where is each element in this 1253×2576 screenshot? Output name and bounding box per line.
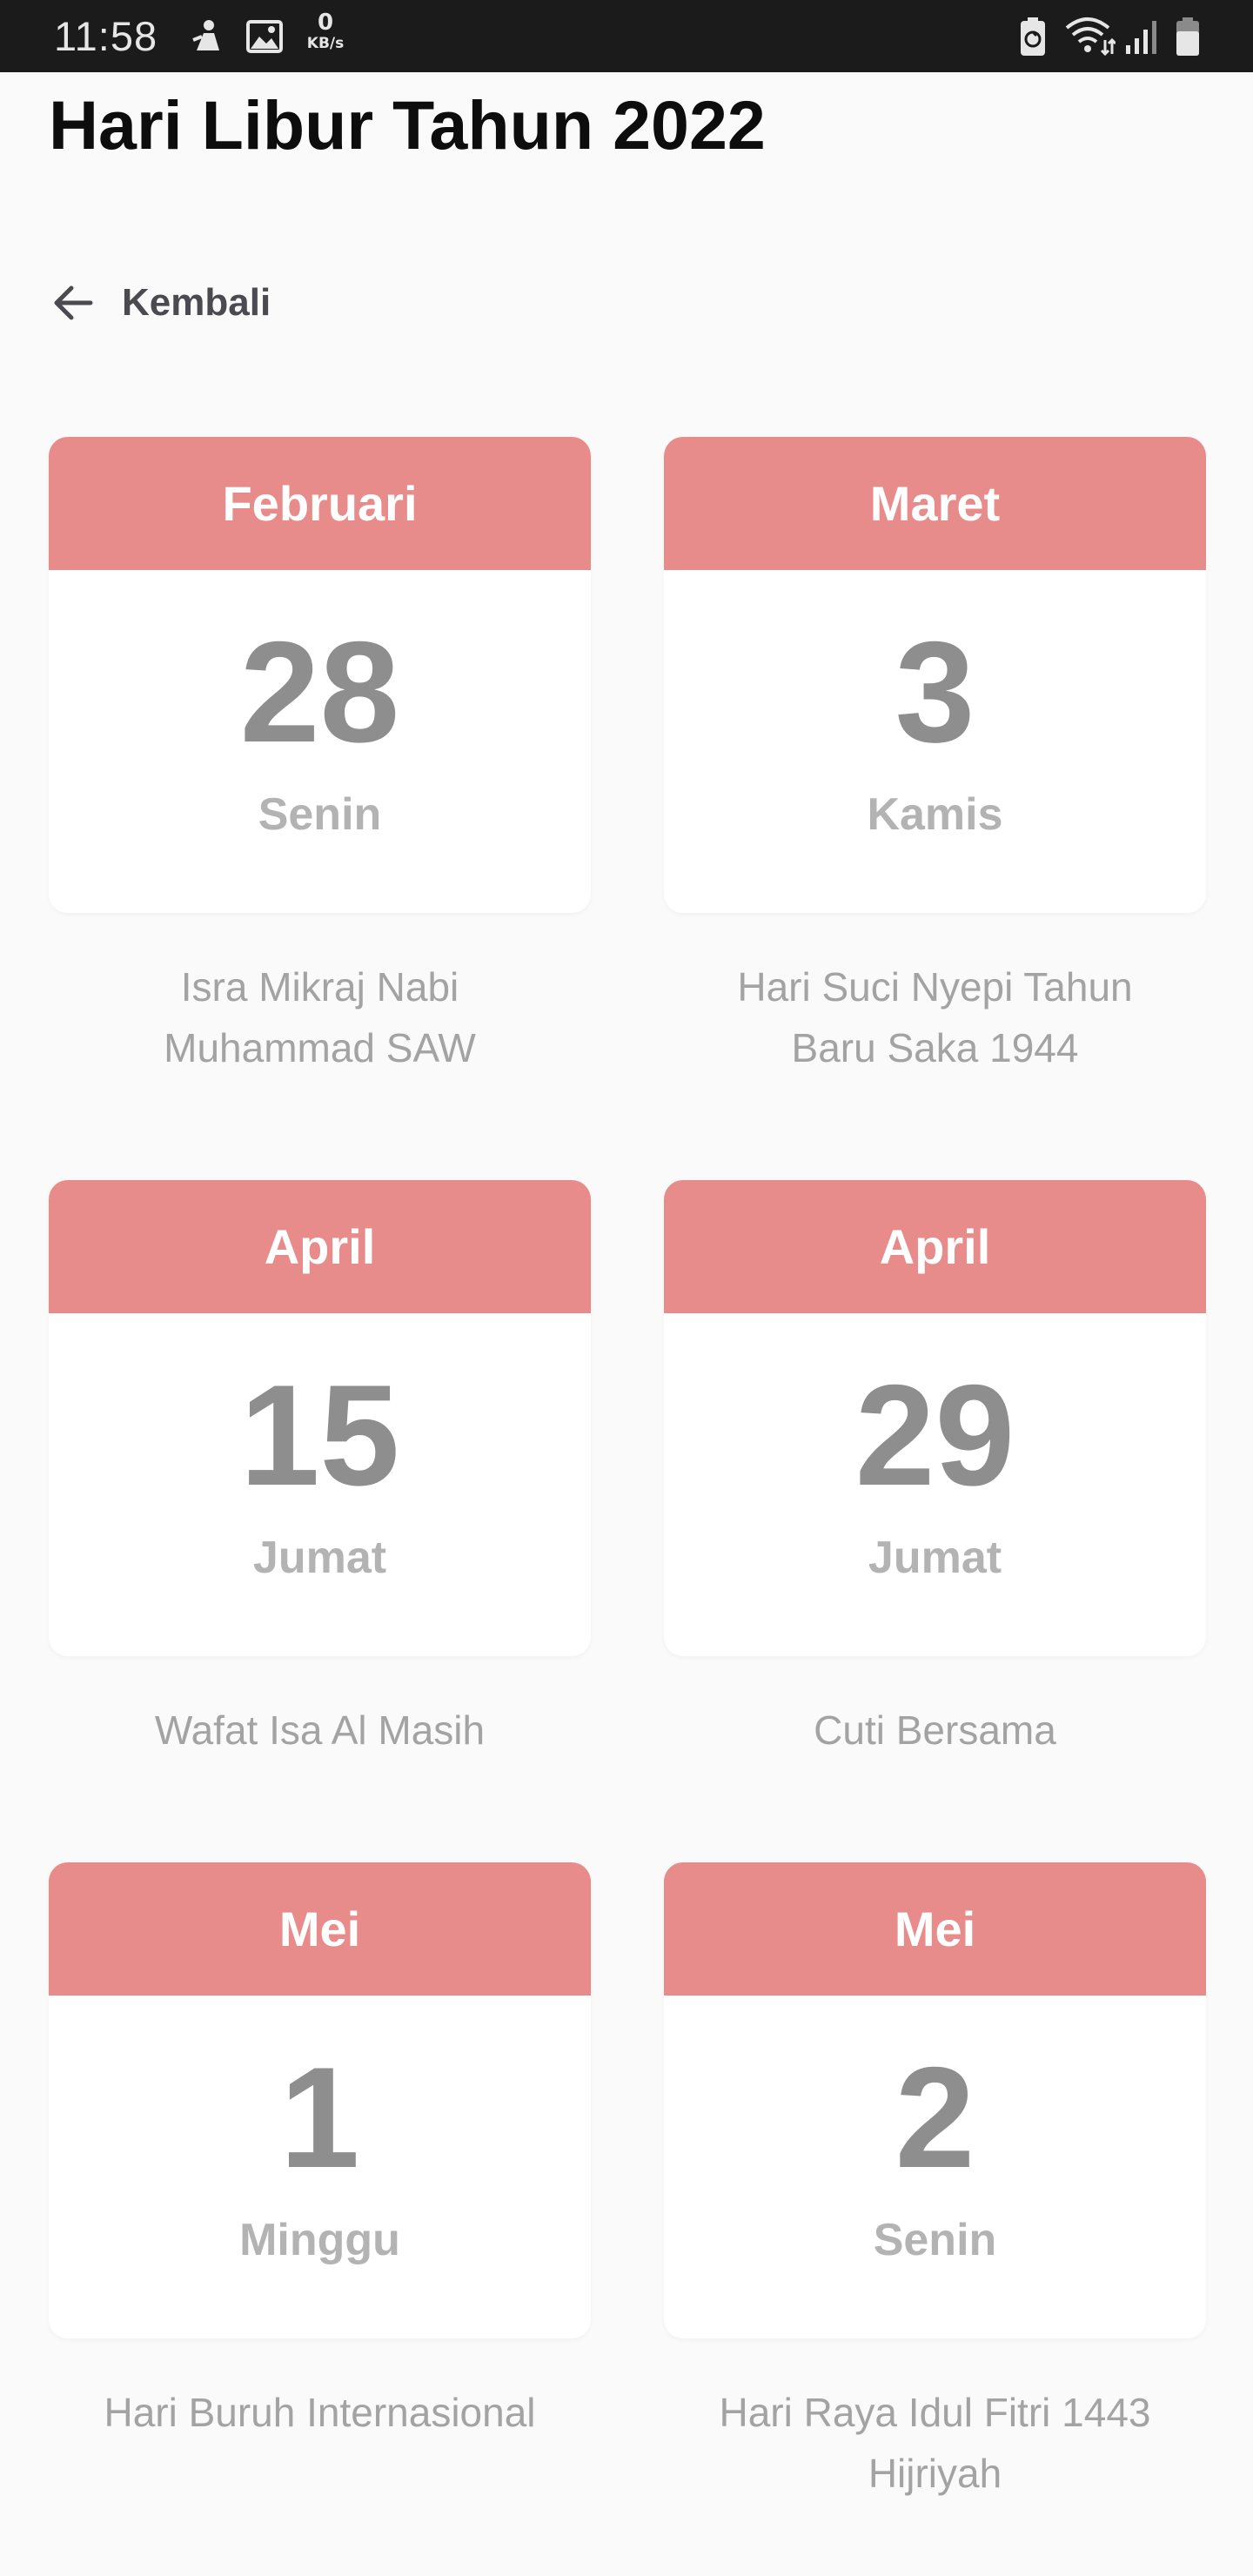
card-holiday-name: Hari Buruh Internasional	[104, 2390, 536, 2435]
card-day: 29	[854, 1355, 1015, 1515]
arrow-left-icon	[49, 278, 97, 327]
holiday-card[interactable]: April 29 Jumat Cuti Bersama	[664, 1180, 1206, 1761]
card-date-panel: 29 Jumat	[664, 1313, 1206, 1656]
card-month: April	[664, 1180, 1206, 1313]
holiday-card[interactable]: Maret 3 Kamis Hari Suci Nyepi Tahun Baru…	[664, 437, 1206, 1078]
card-day: 15	[239, 1355, 400, 1515]
page-title: Hari Libur Tahun 2022	[49, 86, 766, 164]
card-date-panel: 28 Senin	[49, 570, 591, 913]
card-weekday: Kamis	[867, 789, 1003, 840]
card-holiday-name: Isra Mikraj Nabi Muhammad SAW	[164, 964, 476, 1070]
card-holiday-name: Hari Suci Nyepi Tahun Baru Saka 1944	[737, 964, 1133, 1070]
status-bar: 11:58 0 KB/s	[0, 0, 1253, 72]
wifi-icon	[1063, 14, 1117, 62]
card-weekday: Minggu	[239, 2215, 400, 2265]
card-day: 1	[279, 2037, 360, 2197]
holiday-card[interactable]: Mei 2 Senin Hari Raya Idul Fitri 1443 Hi…	[664, 1862, 1206, 2504]
status-time: 11:58	[54, 13, 158, 59]
calendar-tile: Maret 3 Kamis	[664, 437, 1206, 913]
card-month: Februari	[49, 437, 591, 570]
calendar-tile: Februari 28 Senin	[49, 437, 591, 913]
card-day: 28	[239, 612, 400, 772]
card-date-panel: 3 Kamis	[664, 570, 1206, 913]
card-weekday: Senin	[873, 2215, 997, 2265]
network-speed-unit: KB/s	[306, 35, 345, 52]
calendar-tile: Mei 2 Senin	[664, 1862, 1206, 2338]
card-month: April	[49, 1180, 591, 1313]
holiday-card[interactable]: Mei 1 Minggu Hari Buruh Internasional	[49, 1862, 591, 2443]
card-month: Maret	[664, 437, 1206, 570]
card-weekday: Senin	[258, 789, 382, 840]
image-icon	[245, 17, 284, 60]
card-weekday: Jumat	[252, 1533, 387, 1583]
card-day: 3	[895, 612, 975, 772]
signal-icon	[1124, 17, 1163, 60]
card-weekday: Jumat	[868, 1533, 1002, 1583]
holiday-card[interactable]: Februari 28 Senin Isra Mikraj Nabi Muham…	[49, 437, 591, 1078]
card-date-panel: 15 Jumat	[49, 1313, 591, 1656]
battery-saver-icon	[1018, 16, 1048, 62]
calendar-tile: April 29 Jumat	[664, 1180, 1206, 1656]
card-month: Mei	[664, 1862, 1206, 1996]
card-holiday-name: Hari Raya Idul Fitri 1443 Hijriyah	[719, 2390, 1151, 2496]
calendar-tile: Mei 1 Minggu	[49, 1862, 591, 2338]
battery-icon	[1175, 16, 1201, 62]
network-speed-value: 0	[317, 10, 334, 36]
network-speed: 0 KB/s	[303, 10, 348, 52]
holiday-card[interactable]: April 15 Jumat Wafat Isa Al Masih	[49, 1180, 591, 1761]
card-holiday-name: Wafat Isa Al Masih	[154, 1707, 486, 1753]
notification-icon	[188, 17, 226, 60]
card-date-panel: 1 Minggu	[49, 1996, 591, 2338]
card-day: 2	[895, 2037, 975, 2197]
back-label: Kembali	[122, 281, 271, 324]
card-date-panel: 2 Senin	[664, 1996, 1206, 2338]
back-button[interactable]: Kembali	[49, 275, 271, 331]
calendar-tile: April 15 Jumat	[49, 1180, 591, 1656]
card-month: Mei	[49, 1862, 591, 1996]
card-holiday-name: Cuti Bersama	[814, 1707, 1056, 1753]
